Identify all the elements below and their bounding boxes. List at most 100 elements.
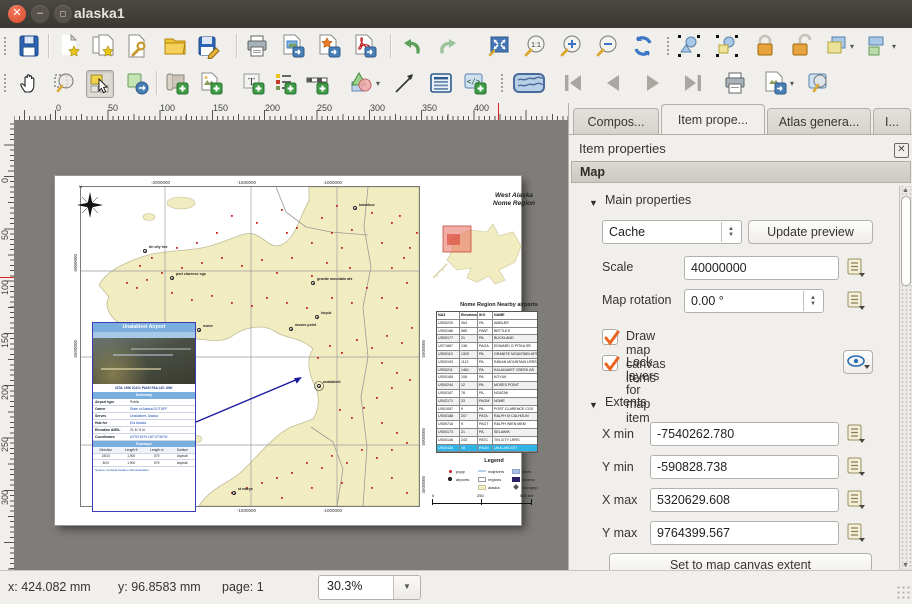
- collapse-arrow-icon[interactable]: ▼: [589, 400, 598, 410]
- export-atlas-button[interactable]: [762, 70, 788, 96]
- update-preview-button[interactable]: Update preview: [748, 220, 873, 244]
- export-atlas-dropdown[interactable]: ▾: [790, 79, 794, 88]
- scrollbar-thumb[interactable]: [901, 196, 911, 286]
- scalebar-item[interactable]: 0 250 500 km: [432, 495, 536, 509]
- rotation-data-defined-button[interactable]: [846, 290, 868, 312]
- save-project-button[interactable]: [16, 33, 42, 59]
- tab-items[interactable]: I...: [873, 108, 911, 134]
- atlas-next-feature-button[interactable]: [640, 70, 666, 96]
- add-shape-button[interactable]: [348, 70, 374, 96]
- toolbar-grip[interactable]: [3, 73, 8, 93]
- north-arrow-item[interactable]: N: [77, 192, 103, 218]
- toolbar-grip[interactable]: [500, 73, 505, 93]
- add-legend-button[interactable]: [272, 70, 298, 96]
- scroll-down-icon[interactable]: ▼: [902, 562, 909, 569]
- tab-composition[interactable]: Compos...: [573, 108, 659, 134]
- new-composition-button[interactable]: [56, 33, 82, 59]
- infobox-source: Source: Federal Aviation Administration: [93, 467, 195, 474]
- tab-item-properties[interactable]: Item prope...: [661, 104, 765, 134]
- add-arrow-button[interactable]: [392, 70, 418, 96]
- undo-button[interactable]: [398, 33, 424, 59]
- collapse-arrow-icon[interactable]: ▼: [589, 198, 598, 208]
- y-max-input[interactable]: [650, 521, 839, 545]
- window-close-button[interactable]: ✕: [8, 5, 26, 23]
- spinbox-arrows-icon[interactable]: ▲▼: [803, 291, 822, 311]
- pan-tool-button[interactable]: [16, 70, 42, 96]
- export-as-pdf-button[interactable]: [352, 33, 378, 59]
- zoom-out-button[interactable]: [594, 33, 620, 59]
- html-info-frame-item[interactable]: Unalakleet Airport IATA: UNK ICAO: PAUN …: [92, 322, 196, 512]
- x-min-input[interactable]: [650, 422, 839, 446]
- dock-close-icon[interactable]: ✕: [894, 143, 909, 158]
- tab-atlas-generation[interactable]: Atlas genera...: [767, 108, 871, 134]
- raise-items-button[interactable]: [824, 33, 850, 59]
- y-max-data-defined-button[interactable]: [846, 522, 868, 544]
- add-scalebar-button[interactable]: [304, 70, 330, 96]
- add-image-button[interactable]: [198, 70, 224, 96]
- select-all-items-button[interactable]: [676, 33, 702, 59]
- zoom-level-combobox[interactable]: 30.3% ▼: [318, 575, 421, 600]
- add-shape-dropdown[interactable]: ▾: [376, 79, 380, 88]
- scale-data-defined-button[interactable]: [846, 257, 868, 279]
- vruler-label: 100: [0, 280, 10, 295]
- deselect-all-items-button[interactable]: [714, 33, 740, 59]
- scale-input[interactable]: [684, 256, 839, 280]
- window-maximize-button[interactable]: ◻: [54, 5, 72, 23]
- atlas-previous-feature-button[interactable]: [600, 70, 626, 96]
- print-atlas-button[interactable]: [722, 70, 748, 96]
- atlas-last-feature-button[interactable]: [680, 70, 706, 96]
- infobox-title: Unalakleet Airport: [93, 323, 195, 332]
- checkbox-checked-icon[interactable]: [602, 355, 618, 371]
- preview-mode-combobox[interactable]: Cache ▲▼: [602, 220, 742, 244]
- zoom-full-extent-button[interactable]: [486, 33, 512, 59]
- x-min-data-defined-button[interactable]: [846, 423, 868, 445]
- zoom-combo-arrow-icon[interactable]: ▼: [393, 576, 420, 599]
- airports-table-item[interactable]: NA3 Elevation IKO NAME US00229 264 PA. A…: [436, 311, 538, 453]
- toolbar-grip[interactable]: [666, 36, 671, 56]
- visible-layers-button[interactable]: [843, 350, 873, 374]
- combo-arrows-icon[interactable]: ▲▼: [721, 222, 740, 242]
- toolbar-grip[interactable]: [3, 36, 8, 56]
- align-items-button[interactable]: [864, 33, 890, 59]
- x-max-input[interactable]: [650, 488, 839, 512]
- unlock-all-items-button[interactable]: [788, 33, 814, 59]
- panel-scrollbar[interactable]: ▲ ▼: [899, 186, 912, 570]
- align-items-dropdown[interactable]: ▾: [892, 42, 896, 51]
- y-min-data-defined-button[interactable]: [846, 456, 868, 478]
- composition-manager-button[interactable]: [124, 33, 150, 59]
- save-as-template-button[interactable]: [196, 33, 222, 59]
- x-max-data-defined-button[interactable]: [846, 489, 868, 511]
- atlas-preview-button[interactable]: [512, 70, 546, 96]
- zoom-tool-button[interactable]: [52, 70, 78, 96]
- raise-items-dropdown[interactable]: ▾: [850, 42, 854, 51]
- move-item-content-tool-button[interactable]: [124, 70, 150, 96]
- y-min-input[interactable]: [650, 455, 839, 479]
- atlas-settings-button[interactable]: [806, 70, 832, 96]
- composition-page[interactable]: kotzebue tin city lrrs port clarence cgs…: [55, 176, 521, 525]
- map-rotation-spinbox[interactable]: 0.00 ° ▲▼: [684, 289, 824, 313]
- atlas-first-feature-button[interactable]: [560, 70, 586, 96]
- export-as-image-button[interactable]: [280, 33, 306, 59]
- add-attribute-table-button[interactable]: [428, 70, 454, 96]
- duplicate-composition-button[interactable]: [90, 33, 116, 59]
- composition-title[interactable]: West Alaska Nome Region: [469, 192, 559, 208]
- composer-canvas[interactable]: kotzebue tin city lrrs port clarence cgs…: [14, 120, 568, 570]
- export-as-svg-button[interactable]: [316, 33, 342, 59]
- select-move-item-tool-button[interactable]: [86, 70, 114, 98]
- add-html-frame-button[interactable]: </>: [462, 70, 488, 96]
- window-resize-grip[interactable]: [896, 585, 910, 599]
- zoom-actual-size-button[interactable]: 1:1: [522, 33, 548, 59]
- add-label-button[interactable]: T: [240, 70, 266, 96]
- window-minimize-button[interactable]: –: [31, 5, 49, 23]
- redo-button[interactable]: [436, 33, 462, 59]
- add-new-map-button[interactable]: [164, 70, 190, 96]
- refresh-view-button[interactable]: [630, 33, 656, 59]
- checkbox-checked-icon[interactable]: [602, 329, 618, 345]
- scroll-up-icon[interactable]: ▲: [902, 187, 909, 194]
- lock-selected-items-button[interactable]: [752, 33, 778, 59]
- cursor-x-readout: x: 424.082 mm: [8, 580, 91, 594]
- print-button[interactable]: [244, 33, 270, 59]
- zoom-in-button[interactable]: [558, 33, 584, 59]
- load-template-button[interactable]: [162, 33, 188, 59]
- overview-map-item[interactable]: [429, 212, 531, 300]
